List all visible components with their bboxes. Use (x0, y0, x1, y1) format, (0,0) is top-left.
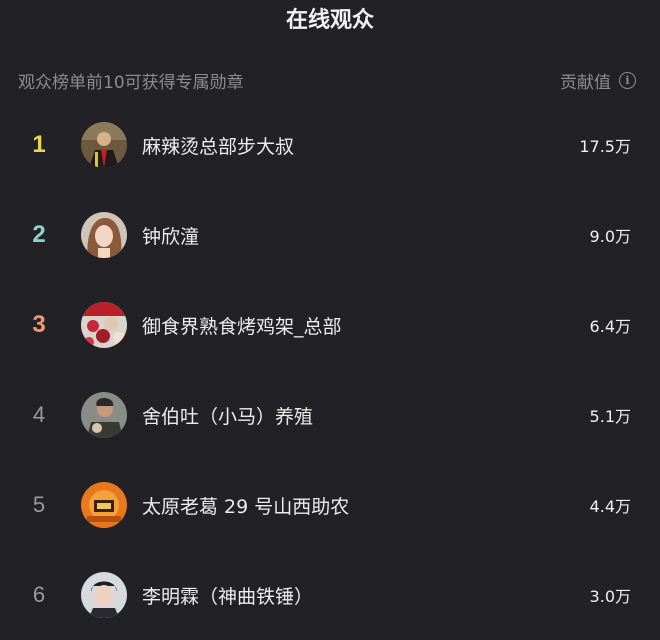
viewer-row-1[interactable]: 1 麻辣烫总部步大叔 17.5万 (0, 100, 660, 190)
contribution-score: 4.4万 (589, 497, 631, 516)
viewer-name: 御食界熟食烤鸡架_总部 (142, 315, 342, 338)
viewer-name: 钟欣潼 (142, 225, 200, 248)
leaderboard-subheader: 观众榜单前10可获得专属勋章 贡献值 i (18, 66, 636, 94)
leaderboard-hint: 观众榜单前10可获得专属勋章 (18, 72, 244, 93)
contribution-score: 3.0万 (589, 587, 631, 606)
page-title: 在线观众 (285, 8, 374, 33)
viewer-list: 1 麻辣烫总部步大叔 17.5万 2 钟欣潼 9.0万 3 御食界熟食烤鸡架_总… (0, 100, 660, 640)
viewer-row-2[interactable]: 2 钟欣潼 9.0万 (0, 190, 660, 280)
viewer-name: 舍伯吐（小马）养殖 (142, 405, 314, 428)
contribution-score: 17.5万 (579, 137, 631, 156)
contribution-score: 9.0万 (589, 227, 631, 246)
avatar[interactable] (81, 122, 127, 168)
viewer-row-5[interactable]: 5 太原老葛 29 号山西助农 4.4万 (0, 460, 660, 550)
viewer-row-3[interactable]: 3 御食界熟食烤鸡架_总部 6.4万 (0, 280, 660, 370)
avatar[interactable] (81, 482, 127, 528)
rank-number: 4 (32, 402, 46, 427)
avatar[interactable] (81, 572, 127, 618)
metric-header: 贡献值 i (560, 68, 636, 93)
avatar[interactable] (81, 392, 127, 438)
viewer-name: 太原老葛 29 号山西助农 (142, 495, 350, 518)
contribution-score: 6.4万 (589, 317, 631, 336)
avatar[interactable] (81, 302, 127, 348)
viewer-row-4[interactable]: 4 舍伯吐（小马）养殖 5.1万 (0, 370, 660, 460)
rank-number: 1 (32, 131, 46, 158)
rank-number: 6 (32, 582, 46, 607)
metric-label: 贡献值 (560, 72, 611, 93)
info-icon[interactable]: i (619, 71, 636, 89)
contribution-score: 5.1万 (589, 407, 631, 426)
rank-number: 5 (32, 492, 46, 517)
rank-number: 2 (32, 221, 46, 248)
viewer-name: 李明霖（神曲铁锤） (142, 585, 314, 608)
viewer-name: 麻辣烫总部步大叔 (142, 135, 295, 158)
avatar[interactable] (81, 212, 127, 258)
viewer-row-6[interactable]: 6 李明霖（神曲铁锤） 3.0万 (0, 550, 660, 640)
rank-number: 3 (32, 311, 46, 338)
